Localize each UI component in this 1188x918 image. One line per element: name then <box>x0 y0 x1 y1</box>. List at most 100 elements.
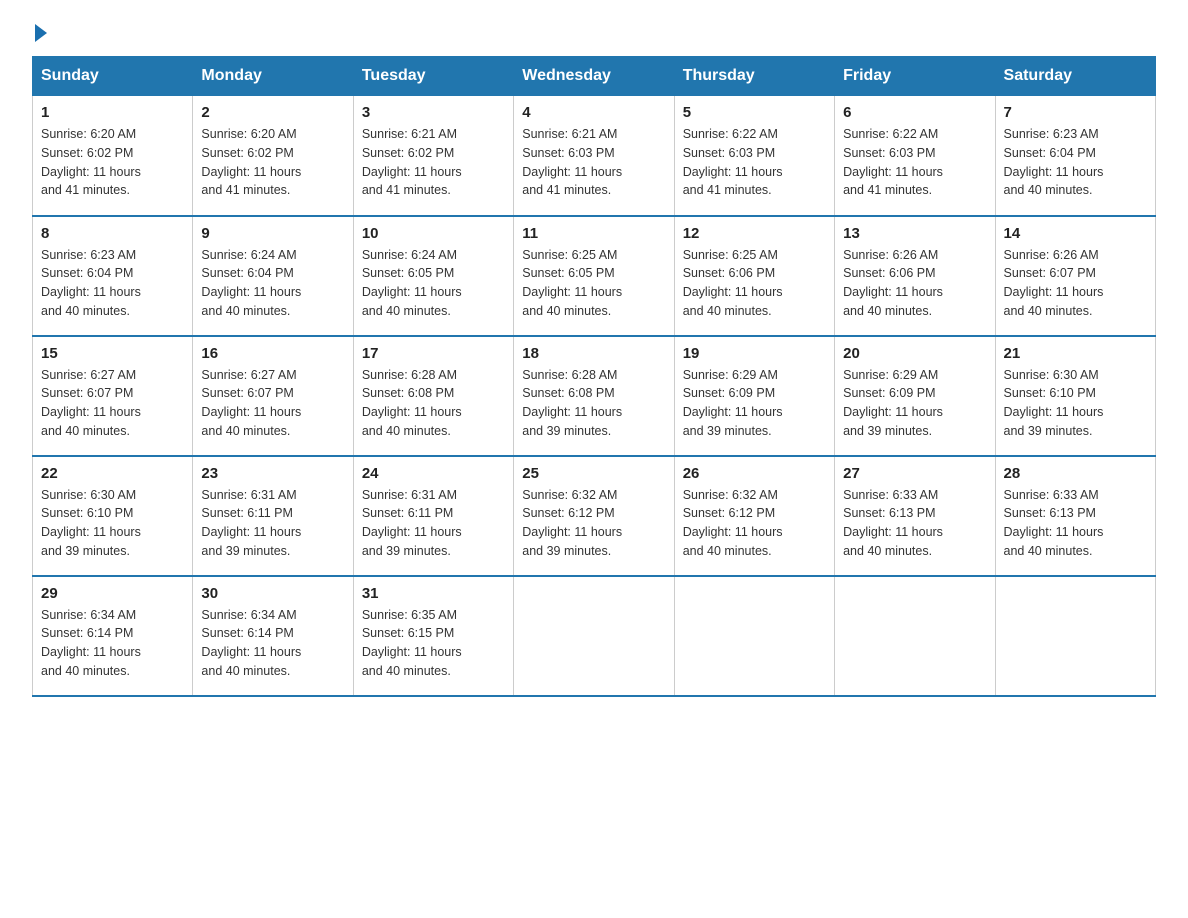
day-info: Sunrise: 6:22 AMSunset: 6:03 PMDaylight:… <box>843 125 986 200</box>
calendar-cell <box>514 576 674 696</box>
day-number: 23 <box>201 465 344 482</box>
day-info: Sunrise: 6:30 AMSunset: 6:10 PMDaylight:… <box>41 486 184 561</box>
day-number: 30 <box>201 585 344 602</box>
calendar-cell: 31 Sunrise: 6:35 AMSunset: 6:15 PMDayligh… <box>353 576 513 696</box>
calendar-cell: 20 Sunrise: 6:29 AMSunset: 6:09 PMDayligh… <box>835 336 995 456</box>
day-number: 19 <box>683 345 826 362</box>
day-number: 31 <box>362 585 505 602</box>
day-number: 6 <box>843 104 986 121</box>
day-info: Sunrise: 6:32 AMSunset: 6:12 PMDaylight:… <box>522 486 665 561</box>
day-number: 27 <box>843 465 986 482</box>
col-header-monday: Monday <box>193 57 353 96</box>
day-number: 3 <box>362 104 505 121</box>
calendar-week-row: 1Sunrise: 6:20 AMSunset: 6:02 PMDaylight… <box>33 96 1156 216</box>
day-number: 18 <box>522 345 665 362</box>
day-number: 22 <box>41 465 184 482</box>
calendar-cell: 14 Sunrise: 6:26 AMSunset: 6:07 PMDayligh… <box>995 216 1155 336</box>
day-info: Sunrise: 6:24 AMSunset: 6:05 PMDaylight:… <box>362 246 505 321</box>
day-info: Sunrise: 6:29 AMSunset: 6:09 PMDaylight:… <box>843 366 986 441</box>
calendar-cell: 3Sunrise: 6:21 AMSunset: 6:02 PMDaylight… <box>353 96 513 216</box>
calendar-week-row: 22 Sunrise: 6:30 AMSunset: 6:10 PMDayligh… <box>33 456 1156 576</box>
day-info: Sunrise: 6:33 AMSunset: 6:13 PMDaylight:… <box>1004 486 1147 561</box>
day-number: 1 <box>41 104 184 121</box>
day-number: 8 <box>41 225 184 242</box>
calendar-cell: 22 Sunrise: 6:30 AMSunset: 6:10 PMDayligh… <box>33 456 193 576</box>
calendar-cell: 28 Sunrise: 6:33 AMSunset: 6:13 PMDayligh… <box>995 456 1155 576</box>
day-number: 5 <box>683 104 826 121</box>
calendar-cell: 4 Sunrise: 6:21 AMSunset: 6:03 PMDaylight… <box>514 96 674 216</box>
calendar-cell <box>835 576 995 696</box>
day-info: Sunrise: 6:30 AMSunset: 6:10 PMDaylight:… <box>1004 366 1147 441</box>
day-info: Sunrise: 6:34 AMSunset: 6:14 PMDaylight:… <box>41 606 184 681</box>
col-header-saturday: Saturday <box>995 57 1155 96</box>
day-info: Sunrise: 6:33 AMSunset: 6:13 PMDaylight:… <box>843 486 986 561</box>
calendar-cell: 15Sunrise: 6:27 AMSunset: 6:07 PMDayligh… <box>33 336 193 456</box>
logo-arrow-icon <box>35 24 47 42</box>
logo <box>32 24 47 36</box>
col-header-friday: Friday <box>835 57 995 96</box>
day-info: Sunrise: 6:28 AMSunset: 6:08 PMDaylight:… <box>522 366 665 441</box>
calendar-cell: 7Sunrise: 6:23 AMSunset: 6:04 PMDaylight… <box>995 96 1155 216</box>
calendar-table: SundayMondayTuesdayWednesdayThursdayFrid… <box>32 56 1156 697</box>
day-info: Sunrise: 6:31 AMSunset: 6:11 PMDaylight:… <box>201 486 344 561</box>
day-info: Sunrise: 6:32 AMSunset: 6:12 PMDaylight:… <box>683 486 826 561</box>
day-number: 4 <box>522 104 665 121</box>
calendar-cell: 5 Sunrise: 6:22 AMSunset: 6:03 PMDaylight… <box>674 96 834 216</box>
day-info: Sunrise: 6:25 AMSunset: 6:06 PMDaylight:… <box>683 246 826 321</box>
day-info: Sunrise: 6:27 AMSunset: 6:07 PMDaylight:… <box>201 366 344 441</box>
calendar-cell: 30 Sunrise: 6:34 AMSunset: 6:14 PMDayligh… <box>193 576 353 696</box>
day-info: Sunrise: 6:27 AMSunset: 6:07 PMDaylight:… <box>41 366 184 441</box>
calendar-cell <box>995 576 1155 696</box>
day-number: 13 <box>843 225 986 242</box>
calendar-week-row: 29Sunrise: 6:34 AMSunset: 6:14 PMDayligh… <box>33 576 1156 696</box>
calendar-cell: 17 Sunrise: 6:28 AMSunset: 6:08 PMDayligh… <box>353 336 513 456</box>
day-number: 12 <box>683 225 826 242</box>
calendar-cell: 9Sunrise: 6:24 AMSunset: 6:04 PMDaylight… <box>193 216 353 336</box>
day-number: 2 <box>201 104 344 121</box>
day-info: Sunrise: 6:25 AMSunset: 6:05 PMDaylight:… <box>522 246 665 321</box>
day-info: Sunrise: 6:22 AMSunset: 6:03 PMDaylight:… <box>683 125 826 200</box>
calendar-cell: 12 Sunrise: 6:25 AMSunset: 6:06 PMDayligh… <box>674 216 834 336</box>
calendar-cell: 13Sunrise: 6:26 AMSunset: 6:06 PMDayligh… <box>835 216 995 336</box>
calendar-header-row: SundayMondayTuesdayWednesdayThursdayFrid… <box>33 57 1156 96</box>
day-number: 9 <box>201 225 344 242</box>
calendar-cell: 29Sunrise: 6:34 AMSunset: 6:14 PMDayligh… <box>33 576 193 696</box>
calendar-cell: 8 Sunrise: 6:23 AMSunset: 6:04 PMDaylight… <box>33 216 193 336</box>
day-number: 16 <box>201 345 344 362</box>
calendar-cell: 2Sunrise: 6:20 AMSunset: 6:02 PMDaylight… <box>193 96 353 216</box>
calendar-cell: 10Sunrise: 6:24 AMSunset: 6:05 PMDayligh… <box>353 216 513 336</box>
col-header-wednesday: Wednesday <box>514 57 674 96</box>
day-info: Sunrise: 6:21 AMSunset: 6:03 PMDaylight:… <box>522 125 665 200</box>
calendar-cell: 23 Sunrise: 6:31 AMSunset: 6:11 PMDayligh… <box>193 456 353 576</box>
day-number: 17 <box>362 345 505 362</box>
day-number: 24 <box>362 465 505 482</box>
calendar-cell: 6 Sunrise: 6:22 AMSunset: 6:03 PMDaylight… <box>835 96 995 216</box>
calendar-cell: 19 Sunrise: 6:29 AMSunset: 6:09 PMDayligh… <box>674 336 834 456</box>
calendar-cell <box>674 576 834 696</box>
day-number: 28 <box>1004 465 1147 482</box>
day-info: Sunrise: 6:26 AMSunset: 6:07 PMDaylight:… <box>1004 246 1147 321</box>
day-number: 21 <box>1004 345 1147 362</box>
day-number: 11 <box>522 225 665 242</box>
day-info: Sunrise: 6:35 AMSunset: 6:15 PMDaylight:… <box>362 606 505 681</box>
calendar-cell: 21 Sunrise: 6:30 AMSunset: 6:10 PMDayligh… <box>995 336 1155 456</box>
day-number: 20 <box>843 345 986 362</box>
calendar-cell: 1Sunrise: 6:20 AMSunset: 6:02 PMDaylight… <box>33 96 193 216</box>
col-header-sunday: Sunday <box>33 57 193 96</box>
calendar-cell: 26Sunrise: 6:32 AMSunset: 6:12 PMDayligh… <box>674 456 834 576</box>
day-info: Sunrise: 6:29 AMSunset: 6:09 PMDaylight:… <box>683 366 826 441</box>
calendar-cell: 24 Sunrise: 6:31 AMSunset: 6:11 PMDayligh… <box>353 456 513 576</box>
day-info: Sunrise: 6:34 AMSunset: 6:14 PMDaylight:… <box>201 606 344 681</box>
calendar-cell: 11 Sunrise: 6:25 AMSunset: 6:05 PMDayligh… <box>514 216 674 336</box>
col-header-tuesday: Tuesday <box>353 57 513 96</box>
day-info: Sunrise: 6:31 AMSunset: 6:11 PMDaylight:… <box>362 486 505 561</box>
col-header-thursday: Thursday <box>674 57 834 96</box>
day-number: 25 <box>522 465 665 482</box>
day-number: 14 <box>1004 225 1147 242</box>
day-info: Sunrise: 6:23 AMSunset: 6:04 PMDaylight:… <box>41 246 184 321</box>
calendar-cell: 18 Sunrise: 6:28 AMSunset: 6:08 PMDayligh… <box>514 336 674 456</box>
day-info: Sunrise: 6:23 AMSunset: 6:04 PMDaylight:… <box>1004 125 1147 200</box>
day-info: Sunrise: 6:28 AMSunset: 6:08 PMDaylight:… <box>362 366 505 441</box>
calendar-cell: 25 Sunrise: 6:32 AMSunset: 6:12 PMDayligh… <box>514 456 674 576</box>
calendar-cell: 16 Sunrise: 6:27 AMSunset: 6:07 PMDayligh… <box>193 336 353 456</box>
